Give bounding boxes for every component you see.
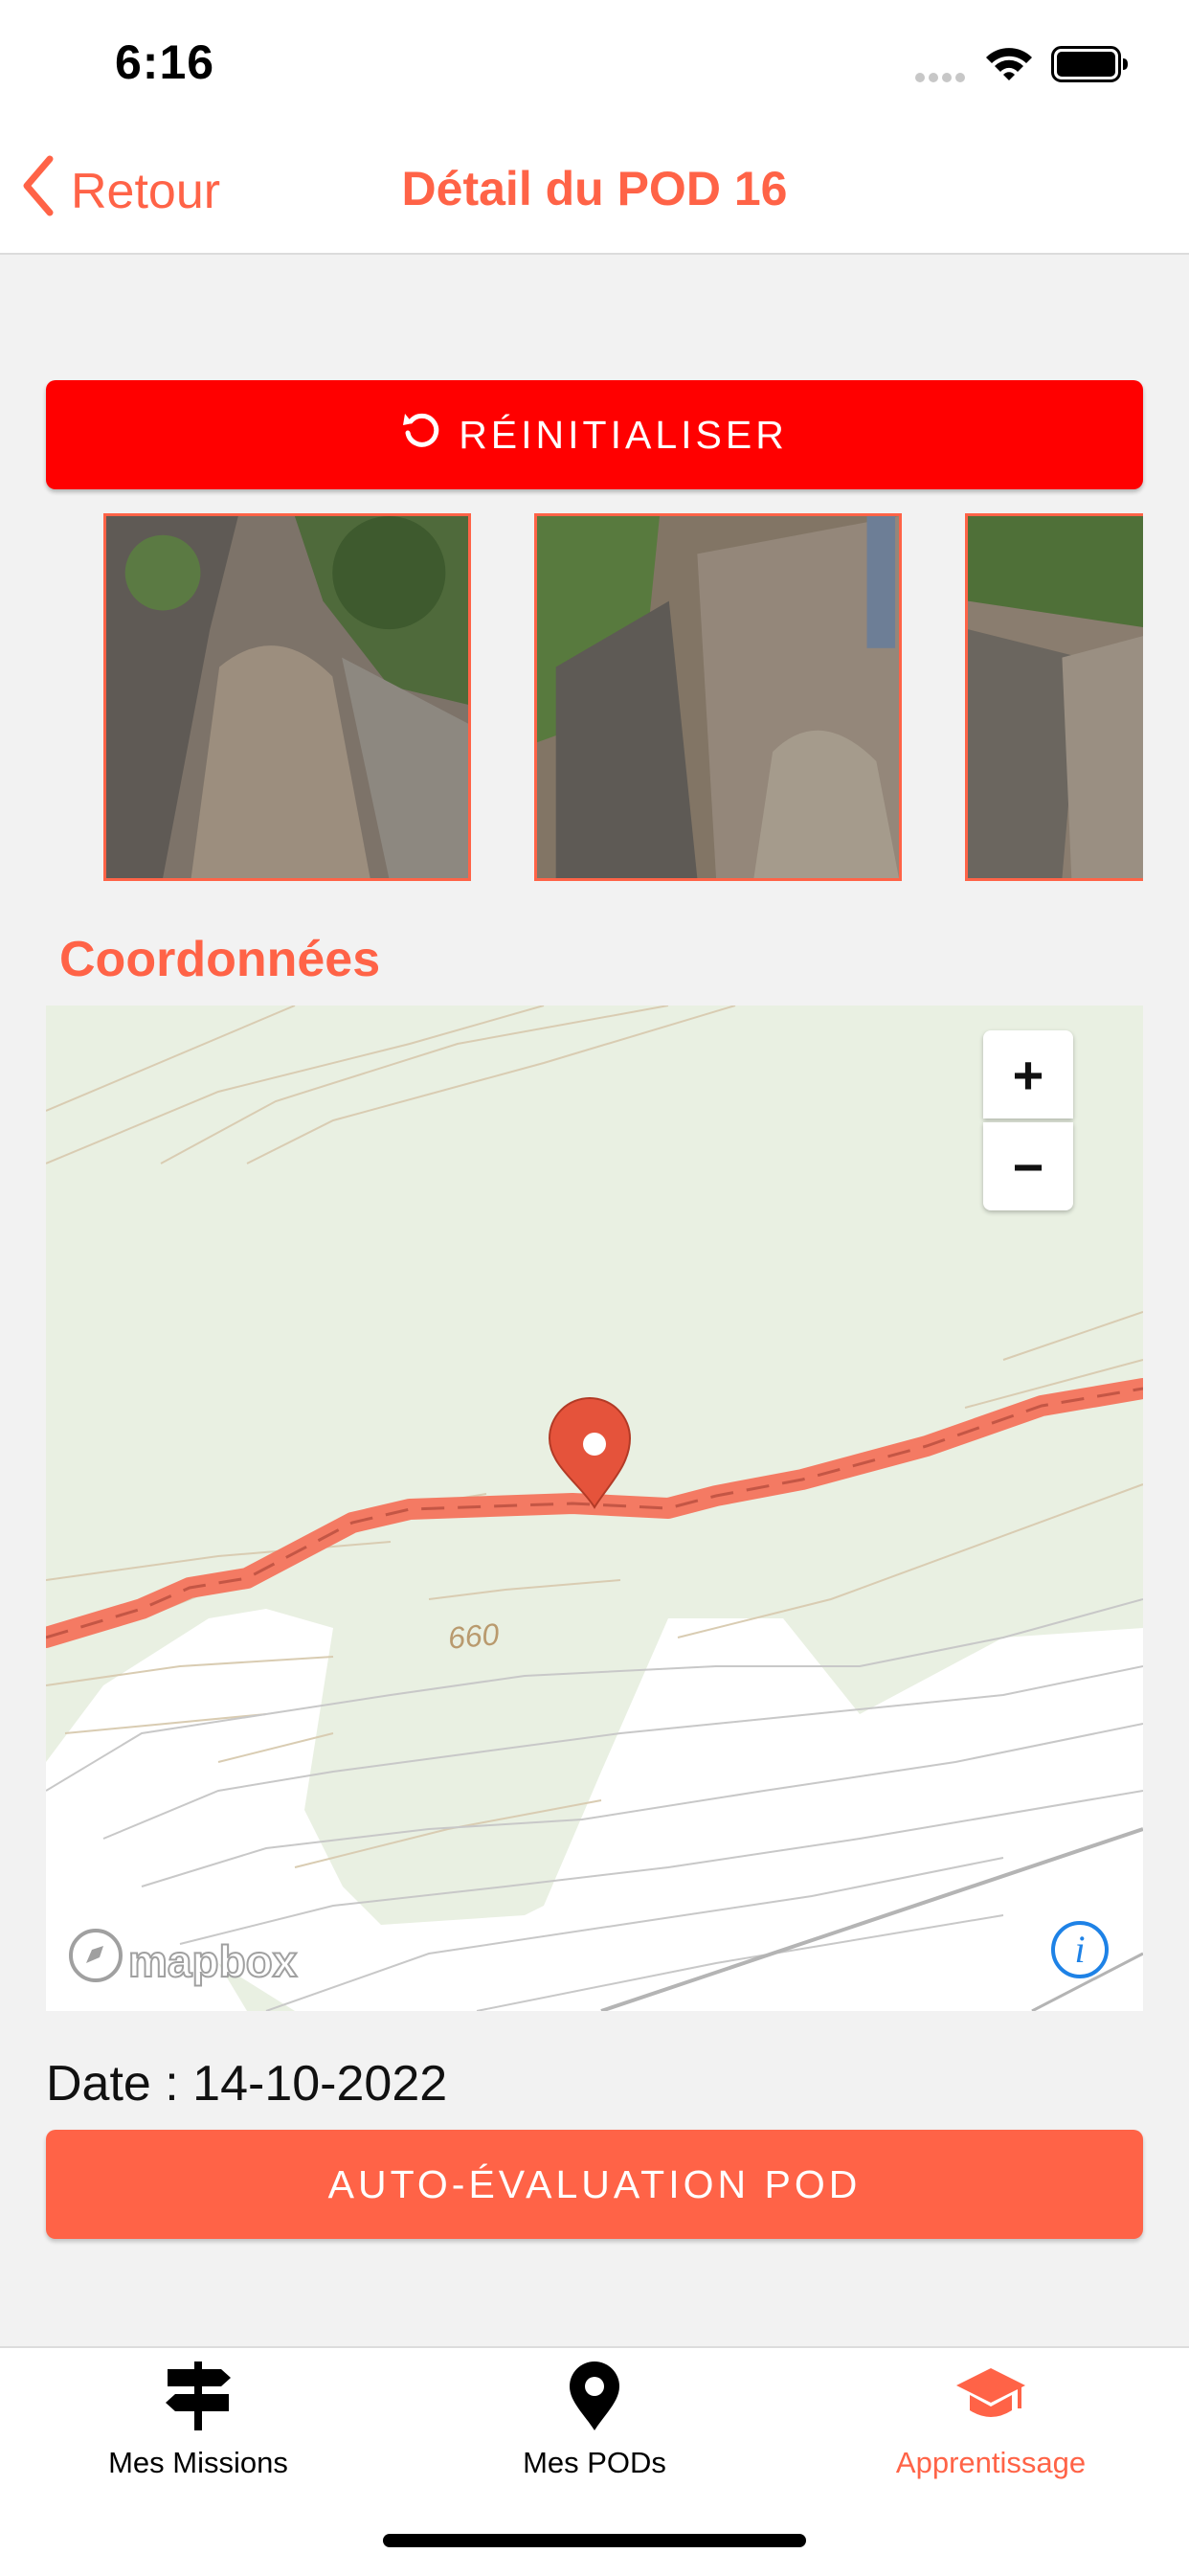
zoom-in-button[interactable]: + xyxy=(983,1030,1073,1119)
map-pin-icon xyxy=(566,2356,623,2436)
coordinates-heading: Coordonnées xyxy=(59,932,381,987)
reset-label: RÉINITIALISER xyxy=(459,412,788,457)
graduation-cap-icon xyxy=(954,2356,1027,2436)
reset-icon xyxy=(401,410,441,460)
map-view[interactable]: 660 xyxy=(46,1006,1143,2011)
tab-label: Mes Missions xyxy=(108,2446,288,2479)
mapbox-wordmark: mapbox xyxy=(127,1935,298,1987)
signpost-icon xyxy=(162,2356,235,2436)
tab-mes-pods[interactable]: Mes PODs xyxy=(396,2356,793,2480)
photo-thumbnail-1[interactable] xyxy=(103,513,471,881)
date-text: Date : 14-10-2022 xyxy=(46,2056,448,2112)
battery-icon xyxy=(1051,46,1130,87)
tab-apprentissage[interactable]: Apprentissage xyxy=(793,2356,1189,2480)
status-time: 6:16 xyxy=(115,35,215,89)
info-icon[interactable]: i xyxy=(1051,1921,1109,1978)
zoom-out-button[interactable]: − xyxy=(983,1122,1073,1210)
photo-carousel[interactable] xyxy=(46,511,1143,887)
mapbox-logo: mapbox xyxy=(67,1927,298,1995)
reset-button[interactable]: RÉINITIALISER xyxy=(46,380,1143,489)
tab-label: Mes PODs xyxy=(523,2446,666,2479)
page-title: Détail du POD 16 xyxy=(401,162,788,215)
photo-thumbnail-3[interactable] xyxy=(965,513,1143,881)
mapbox-icon xyxy=(67,1927,124,1995)
tab-label: Apprentissage xyxy=(895,2446,1087,2479)
contour-label: 660 xyxy=(446,1616,501,1656)
tab-mes-missions[interactable]: Mes Missions xyxy=(0,2356,396,2480)
signal-icon xyxy=(914,71,968,89)
self-evaluation-button[interactable]: AUTO-ÉVALUATION POD xyxy=(46,2130,1143,2239)
wifi-icon xyxy=(984,44,1034,87)
home-indicator xyxy=(383,2534,806,2547)
photo-thumbnail-2[interactable] xyxy=(534,513,902,881)
